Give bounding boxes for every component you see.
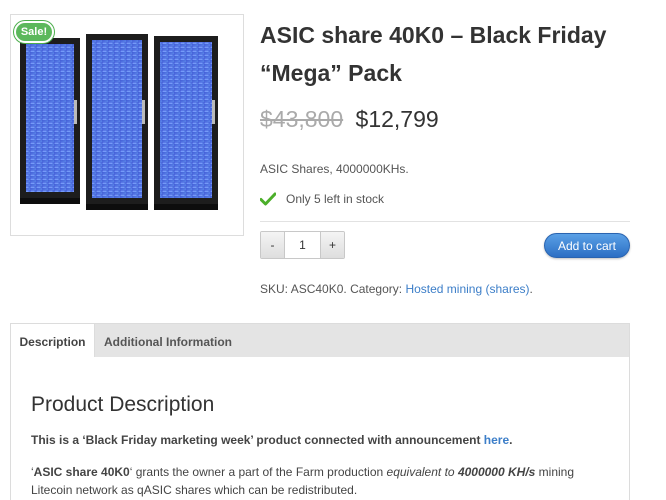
description-heading: Product Description — [31, 393, 215, 416]
quantity-stepper: - 1 + — [260, 231, 345, 259]
price: $43,800 $12,799 — [260, 106, 439, 133]
divider — [260, 221, 630, 222]
sale-badge: Sale! — [14, 21, 54, 43]
add-to-cart-button[interactable]: Add to cart — [544, 233, 630, 258]
sale-price: $12,799 — [355, 106, 439, 132]
body-hashrate: 4000000 KH/s — [457, 465, 536, 479]
quantity-input[interactable]: 1 — [284, 232, 321, 258]
tab-description[interactable]: Description — [11, 324, 95, 359]
sku-label: SKU: — [260, 282, 289, 296]
product-meta: SKU: ASC40K0. Category: Hosted mining (s… — [260, 282, 533, 296]
stock-status: Only 5 left in stock — [260, 192, 384, 206]
description-panel: Product Description This is a ‘Black Fri… — [10, 357, 630, 500]
quantity-minus-button[interactable]: - — [261, 232, 284, 258]
body-text-1: ‘ grants the owner a part of the Farm pr… — [129, 465, 387, 479]
server-rack-image[interactable] — [18, 30, 226, 226]
product-tabs: Description Additional Information — [10, 323, 630, 359]
category-label: Category: — [350, 282, 403, 296]
sku-value: ASC40K0. — [290, 282, 347, 296]
category-link[interactable]: Hosted mining (shares) — [405, 282, 529, 296]
announcement-text: This is a ‘Black Friday marketing week’ … — [31, 433, 481, 447]
body-italic: equivalent to — [386, 465, 455, 479]
check-icon — [260, 192, 276, 206]
tab-additional-information[interactable]: Additional Information — [95, 324, 241, 359]
description-announcement: This is a ‘Black Friday marketing week’ … — [31, 433, 513, 447]
announcement-link[interactable]: here — [484, 433, 509, 447]
meta-end: . — [529, 282, 533, 296]
description-body: ‘ASIC share 40K0‘ grants the owner a par… — [31, 463, 611, 499]
announcement-end: . — [509, 433, 513, 447]
stock-text: Only 5 left in stock — [286, 192, 385, 206]
short-description: ASIC Shares, 4000000KHs. — [260, 162, 409, 176]
body-product-name: ASIC share 40K0 — [33, 465, 130, 479]
product-title: ASIC share 40K0 – Black Friday “Mega” Pa… — [260, 22, 607, 86]
old-price: $43,800 — [260, 106, 344, 132]
quantity-plus-button[interactable]: + — [321, 232, 344, 258]
